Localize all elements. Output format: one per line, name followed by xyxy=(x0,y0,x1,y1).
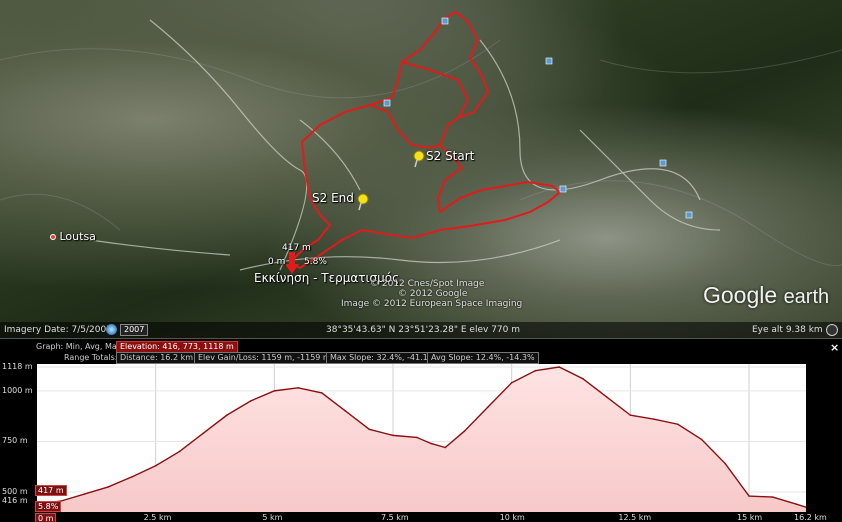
elevation-point xyxy=(605,396,608,398)
graph-label: Graph: Min, Avg, Max xyxy=(36,342,122,351)
elevation-point xyxy=(700,438,703,441)
elevation-point xyxy=(463,430,466,433)
range-totals-label: Range Totals: xyxy=(64,353,118,362)
logo-earth-text: earth xyxy=(783,286,830,308)
cursor-dist-badge: 0 m xyxy=(35,513,57,522)
y-tick-label: 500 m xyxy=(2,487,28,496)
elevation-point xyxy=(415,436,418,439)
x-tick-label: 12.5 km xyxy=(618,513,652,522)
elevation-point xyxy=(430,442,432,445)
google-earth-logo: Google earth xyxy=(703,282,829,309)
attribution-line-3: Image © 2012 European Space Imaging xyxy=(341,299,523,309)
cursor-slope-label: 5.8% xyxy=(304,257,327,267)
elev-gain-loss-stat[interactable]: Elev Gain/Loss: 1159 m, -1159 m xyxy=(194,352,335,364)
elevation-point xyxy=(321,392,323,394)
x-tick-label: 10 km xyxy=(499,513,525,522)
elevation-point xyxy=(368,428,371,431)
elevation-point xyxy=(771,496,774,498)
avg-slope-stat[interactable]: Avg Slope: 12.4%, -14.3% xyxy=(427,352,539,364)
yellow-pushpin-icon xyxy=(357,193,369,211)
pin-label-s2-start: S2 Start xyxy=(426,149,475,163)
place-label: Loutsa xyxy=(59,230,96,243)
pin-label-s2-end: S2 End xyxy=(312,191,354,205)
elevation-point xyxy=(273,390,276,392)
x-tick-label: 2.5 km xyxy=(143,513,172,522)
elevation-point xyxy=(249,400,252,402)
distance-stat[interactable]: Distance: 16.2 km xyxy=(116,352,197,364)
elevation-point xyxy=(795,503,798,505)
place-dot-icon xyxy=(50,234,56,240)
status-bar: Imagery Date: 7/5/2007 2007 38°35'43.63"… xyxy=(0,322,842,338)
elevation-chart[interactable] xyxy=(36,364,807,512)
streaming-indicator-icon xyxy=(826,324,838,336)
elevation-chart-svg xyxy=(36,364,807,512)
elevation-point xyxy=(392,434,394,437)
elevation-point xyxy=(510,381,513,384)
x-tick-label: 15 km xyxy=(737,513,763,522)
x-tick-label: 5 km xyxy=(262,513,283,522)
attribution-line-2: © 2012 Google xyxy=(398,289,468,299)
elevation-point xyxy=(297,387,299,389)
y-tick-label: 1118 m xyxy=(2,362,33,371)
elevation-point xyxy=(154,464,157,467)
elevation-point xyxy=(534,369,537,372)
pushpin-s2-start[interactable] xyxy=(412,150,426,172)
imagery-date: Imagery Date: 7/5/2007 xyxy=(4,325,112,335)
place-marker-loutsa[interactable]: Loutsa xyxy=(50,230,96,243)
road-network xyxy=(89,19,721,271)
elevation-point xyxy=(677,423,679,426)
cursor-coordinates: 38°35'43.63" N 23°51'23.28" E elev 770 m xyxy=(326,325,520,335)
elevation-point xyxy=(487,406,489,408)
y-tick-label: 750 m xyxy=(2,436,28,446)
close-profile-button[interactable]: × xyxy=(830,341,839,354)
elevation-point xyxy=(202,432,204,435)
satellite-map[interactable]: Loutsa S2 Start S2 End 417 m 0 m 5.8% Εκ… xyxy=(0,0,842,340)
y-tick-label: 1000 m xyxy=(2,385,33,395)
elevation-point xyxy=(629,414,632,416)
elevation-point xyxy=(444,446,447,449)
yellow-pushpin-icon xyxy=(413,150,425,168)
max-slope-stat[interactable]: Max Slope: 32.4%, -41.1% xyxy=(326,352,440,364)
elevation-point xyxy=(558,366,560,368)
cursor-dist-label: 0 m xyxy=(268,257,286,267)
cursor-elev-label: 417 m xyxy=(282,243,311,253)
elevation-point xyxy=(178,450,181,453)
elevation-point xyxy=(344,410,347,412)
x-tick-label: 7.5 km xyxy=(381,513,409,522)
attribution-line-1: © 2012 Cnes/Spot Image xyxy=(370,279,485,289)
elevation-point xyxy=(748,495,750,497)
elevation-profile-panel: Graph: Min, Avg, Max Elevation: 416, 773… xyxy=(0,338,842,522)
elevation-point xyxy=(582,377,584,380)
pushpin-s2-end[interactable] xyxy=(356,193,370,215)
elevation-point xyxy=(131,476,133,478)
elevation-point xyxy=(653,418,655,420)
elevation-point xyxy=(226,414,228,416)
cursor-slope-badge: 5.8% xyxy=(35,501,62,512)
landmark-markers xyxy=(383,17,693,219)
logo-google-text: Google xyxy=(703,282,778,308)
imagery-year-badge[interactable]: 2007 xyxy=(120,324,149,336)
elevation-point xyxy=(107,486,110,488)
eye-altitude: Eye alt 9.38 km xyxy=(752,325,823,335)
cursor-elev-badge: 417 m xyxy=(35,485,67,496)
historical-imagery-icon[interactable] xyxy=(106,324,117,335)
elevation-point xyxy=(724,462,727,465)
elevation-point xyxy=(83,493,86,495)
x-tick-label: 16.2 km xyxy=(794,513,827,522)
y-tick-label: 416 m xyxy=(2,496,28,505)
